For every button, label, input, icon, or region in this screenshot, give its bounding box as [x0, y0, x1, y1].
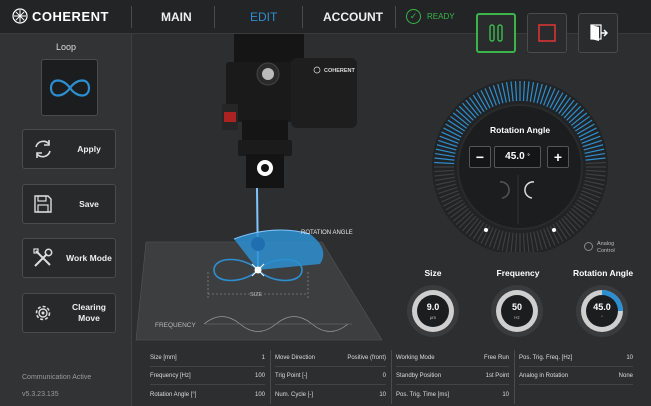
- mode-title: Loop: [55, 42, 77, 52]
- floppy-disk-icon: [23, 194, 63, 214]
- frequency-caption: FREQUENCY: [155, 322, 196, 329]
- size-caption: SIZE: [250, 292, 263, 298]
- save-label: Save: [79, 198, 99, 209]
- apply-label: Apply: [77, 143, 101, 154]
- frequency-gauge-value: 50: [511, 302, 522, 312]
- sidebar: Loop Apply Save Work Mode Clearing Move …: [0, 34, 132, 406]
- dial-marker-left: [484, 228, 488, 232]
- param-row: [519, 386, 633, 403]
- divider: [514, 350, 515, 404]
- status-indicator: ✓ READY: [406, 9, 455, 24]
- apply-button[interactable]: Apply: [22, 129, 116, 169]
- save-button[interactable]: Save: [22, 184, 116, 224]
- divider: [131, 6, 132, 28]
- dial-title: Rotation Angle: [489, 125, 551, 135]
- divider: [214, 6, 215, 28]
- communication-status: Communication Active: [22, 374, 92, 381]
- param-row: Pos. Trig. Time [ms] 10: [396, 391, 509, 398]
- param-column: Working Mode Free Run Standby Position 1st…: [396, 350, 509, 404]
- increment-button[interactable]: +: [547, 146, 569, 168]
- rotation-angle-caption: ROTATION ANGLE: [301, 230, 353, 236]
- param-column: Move Direction Positive (front) Trig Poin…: [275, 350, 386, 404]
- pause-button[interactable]: [476, 13, 516, 53]
- version-label: v5.3.23.135: [22, 391, 59, 398]
- gauge-rotation-title: Rotation Angle: [572, 268, 634, 278]
- infinity-loop-icon: [49, 78, 90, 97]
- param-row: Analog in Rotation None: [519, 368, 633, 385]
- param-row: Standby Position 1st Point: [396, 368, 509, 385]
- param-row: Frequency [Hz] 100: [150, 368, 265, 385]
- param-row: Num. Cycle [-] 10: [275, 391, 386, 398]
- decrement-button[interactable]: −: [469, 146, 491, 168]
- gauge-size-title: Size: [424, 268, 442, 278]
- app-window: COHERENT MAIN EDIT ACCOUNT ✓ READY Loop …: [0, 0, 651, 406]
- divider: [391, 350, 392, 404]
- size-gauge-unit: μm: [429, 315, 437, 320]
- work-mode-label: Work Mode: [66, 252, 112, 263]
- head-brand-text: COHERENT: [324, 68, 356, 74]
- size-gauge-value: 9.0: [426, 302, 440, 312]
- rotation-gauge-unit: °: [601, 315, 603, 320]
- lens-ring-top: [242, 120, 288, 142]
- param-row: Working Mode Free Run: [396, 350, 509, 367]
- angle-unit: °: [527, 154, 530, 160]
- gauge-frequency-title: Frequency: [496, 268, 540, 278]
- clearing-move-button[interactable]: Clearing Move: [22, 293, 116, 333]
- exit-door-icon: [590, 24, 608, 41]
- param-column: Size [mm] 1 Frequency [Hz] 100 Rotation An…: [150, 350, 265, 404]
- param-row: Trig Point [-] 0: [275, 368, 386, 385]
- frequency-gauge-unit: Hz: [514, 315, 520, 320]
- stop-icon: [538, 24, 556, 42]
- loop-mode-tile[interactable]: [41, 59, 98, 116]
- pause-icon: [489, 24, 503, 42]
- brand-logo: COHERENT: [12, 8, 109, 24]
- coherent-logo-icon: [12, 8, 28, 24]
- laser-head-illustration: COHERENT: [135, 34, 383, 341]
- work-mode-button[interactable]: Work Mode: [22, 238, 116, 278]
- warning-label: [224, 112, 236, 122]
- tab-main[interactable]: MAIN: [161, 10, 192, 24]
- check-circle-icon: ✓: [406, 9, 421, 24]
- tools-icon: [23, 247, 63, 269]
- param-row: Move Direction Positive (front): [275, 350, 386, 367]
- divider: [270, 350, 271, 404]
- knob-center: [262, 68, 274, 80]
- param-column: Pos. Trig. Freq. [Hz] 10 Analog in Rotati…: [519, 350, 633, 404]
- tab-account[interactable]: ACCOUNT: [323, 10, 383, 24]
- radio-icon: [584, 242, 593, 251]
- angle-value: 45.0: [505, 151, 525, 162]
- gear-icon: [23, 302, 63, 324]
- param-row: Size [mm] 1: [150, 350, 265, 367]
- parameters-table: Size [mm] 1 Frequency [Hz] 100 Rotation An…: [146, 350, 637, 404]
- brand-name: COHERENT: [32, 8, 109, 24]
- analog-control-toggle[interactable]: Analog Control: [584, 241, 615, 255]
- divider: [302, 6, 303, 28]
- dial-marker-right: [552, 228, 556, 232]
- divider: [395, 6, 396, 28]
- rotation-gauge-value: 45.0: [593, 302, 611, 312]
- head-top: [234, 34, 304, 62]
- param-row: Rotation Angle [°] 100: [150, 391, 265, 398]
- analog-label: Analog: [597, 241, 615, 247]
- status-text: READY: [427, 12, 455, 21]
- exit-button[interactable]: [578, 13, 618, 53]
- beam-spot: [251, 237, 265, 251]
- tab-edit[interactable]: EDIT: [250, 10, 277, 24]
- lens-logo-center: [261, 164, 269, 172]
- rotation-angle-input[interactable]: 45.0 °: [494, 146, 541, 168]
- refresh-icon: [23, 138, 63, 160]
- lens-ring: [238, 140, 292, 156]
- stop-button[interactable]: [527, 13, 567, 53]
- control-label: Control: [597, 248, 615, 254]
- param-row: Pos. Trig. Freq. [Hz] 10: [519, 350, 633, 367]
- clearing-move-label: Clearing Move: [71, 302, 106, 323]
